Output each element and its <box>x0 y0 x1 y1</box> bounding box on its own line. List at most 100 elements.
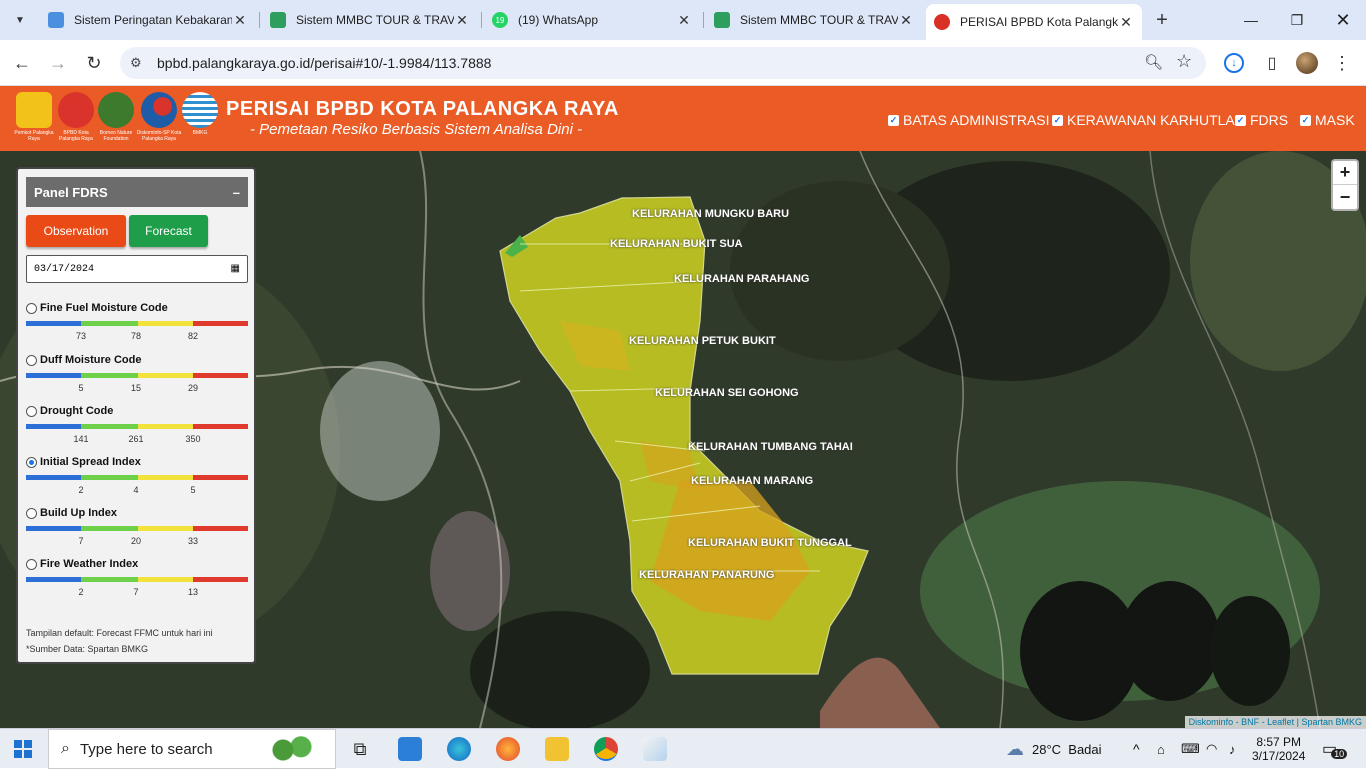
checkbox-checked-icon[interactable]: ✓ <box>888 114 899 126</box>
edge-icon[interactable] <box>447 737 471 761</box>
windows-start-icon[interactable] <box>14 740 32 758</box>
task-view-icon[interactable]: ⧉ <box>348 737 372 761</box>
index-color-scale <box>26 373 248 378</box>
close-tab-icon[interactable]: ✕ <box>1118 14 1134 31</box>
mail-icon[interactable] <box>398 737 422 761</box>
clock[interactable]: 8:57 PM 3/17/2024 <box>1252 729 1305 769</box>
url-text[interactable]: bpbd.palangkaraya.go.id/perisai#10/-1.99… <box>157 55 491 71</box>
calendar-icon[interactable]: ▦ <box>231 263 240 275</box>
index-label: Build Up Index <box>40 507 117 519</box>
back-icon[interactable]: ← <box>10 51 34 75</box>
radio-icon[interactable] <box>26 303 37 314</box>
minimize-icon[interactable]: — <box>1228 0 1274 40</box>
tab-search-dropdown-icon[interactable]: ▼ <box>8 8 32 32</box>
bookmark-star-icon[interactable]: ☆ <box>1176 51 1192 72</box>
file-explorer-icon[interactable] <box>545 737 569 761</box>
scale-tick-label: 82 <box>187 331 199 341</box>
zoom-in-button[interactable]: + <box>1333 161 1357 185</box>
paint-icon[interactable] <box>643 737 667 761</box>
zoom-out-button[interactable]: − <box>1333 185 1357 209</box>
side-panel-icon[interactable]: ▯ <box>1260 51 1284 75</box>
new-tab-icon[interactable]: + <box>1150 8 1174 32</box>
scale-segment <box>193 526 248 531</box>
index-label: Duff Moisture Code <box>40 354 142 366</box>
index-option[interactable]: Build Up Index 7 20 33 <box>26 507 248 558</box>
index-option[interactable]: Fire Weather Index 2 7 13 <box>26 558 248 609</box>
tab-perisai-active[interactable]: PERISAI BPBD Kota Palangka ✕ <box>926 4 1142 40</box>
profile-avatar[interactable] <box>1296 52 1318 74</box>
app-favicon-icon <box>714 12 730 28</box>
map-attribution[interactable]: Diskominfo - BNF - Leaflet | Spartan BMK… <box>1184 716 1366 728</box>
checkbox-checked-icon[interactable]: ✓ <box>1235 114 1246 126</box>
restore-icon[interactable]: ❐ <box>1274 0 1320 40</box>
label-panarung: KELURAHAN PANARUNG <box>639 569 775 581</box>
scale-tick-label: 350 <box>185 434 201 444</box>
scale-segment <box>26 321 81 326</box>
index-option[interactable]: Drought Code 141 261 350 <box>26 405 248 456</box>
index-option[interactable]: Initial Spread Index 2 4 5 <box>26 456 248 507</box>
app-header: Pemkot Palangka Raya BPBD Kota Palangka … <box>0 86 1366 151</box>
layer-toggle-mask[interactable]: ✓ MASK <box>1300 112 1355 128</box>
checkbox-checked-icon[interactable]: ✓ <box>1300 114 1311 126</box>
close-tab-icon[interactable]: ✕ <box>898 12 914 29</box>
download-icon[interactable]: ↓ <box>1224 53 1244 73</box>
app-favicon-icon <box>270 12 286 28</box>
tab-whatsapp[interactable]: 19 (19) WhatsApp ✕ <box>484 6 700 34</box>
scale-segment <box>193 475 248 480</box>
index-option[interactable]: Fine Fuel Moisture Code 73 78 82 <box>26 302 248 353</box>
index-color-scale <box>26 577 248 582</box>
chrome-icon[interactable] <box>594 737 618 761</box>
label-sei-gohong: KELURAHAN SEI GOHONG <box>655 387 799 399</box>
observation-button[interactable]: Observation <box>26 215 126 247</box>
layer-toggle-batas[interactable]: ✓ BATAS ADMINISTRASI <box>888 112 1050 128</box>
site-info-icon[interactable]: ⚙ <box>130 55 142 71</box>
scale-segment <box>81 577 138 582</box>
index-label: Fine Fuel Moisture Code <box>40 302 168 314</box>
logo-caption: Pemkot Palangka Raya <box>14 130 54 142</box>
input-method-icon[interactable]: ⌨ <box>1181 729 1200 769</box>
collapse-button[interactable]: – <box>233 185 240 200</box>
firefox-icon[interactable] <box>496 737 520 761</box>
close-window-icon[interactable]: ✕ <box>1320 0 1366 40</box>
radio-icon[interactable] <box>26 559 37 570</box>
index-option[interactable]: Duff Moisture Code 5 15 29 <box>26 354 248 405</box>
close-tab-icon[interactable]: ✕ <box>454 12 470 29</box>
browser-tab-strip: ▼ Sistem Peringatan Kebakaran ✕ Sistem M… <box>0 0 1366 40</box>
tab-mmbc-1[interactable]: Sistem MMBC TOUR & TRAV ✕ <box>262 6 478 34</box>
weather-widget[interactable]: ☁ 28°C Badai <box>1006 729 1102 769</box>
show-hidden-icons[interactable]: ^ <box>1133 729 1140 769</box>
zoom-control: + − <box>1331 159 1359 211</box>
meet-now-icon[interactable]: ⌂ <box>1157 729 1165 769</box>
date-input[interactable]: 03/17/2024 ▦ <box>26 255 248 283</box>
radio-icon[interactable] <box>26 406 37 417</box>
taskbar-search-box[interactable]: ⌕ Type here to search <box>48 729 336 769</box>
layer-toggle-fdrs[interactable]: ✓ FDRS <box>1235 112 1288 128</box>
forward-icon[interactable]: → <box>46 51 70 75</box>
index-color-scale <box>26 475 248 480</box>
scale-segment <box>26 577 81 582</box>
close-tab-icon[interactable]: ✕ <box>232 12 248 29</box>
close-tab-icon[interactable]: ✕ <box>676 12 692 29</box>
scale-tick-label: 29 <box>187 383 199 393</box>
wifi-icon[interactable]: ◠ <box>1206 729 1217 769</box>
zoom-icon[interactable]: 🔍︎ <box>1144 53 1163 71</box>
forecast-button[interactable]: Forecast <box>129 215 208 247</box>
checkbox-checked-icon[interactable]: ✓ <box>1052 114 1063 126</box>
menu-kebab-icon[interactable]: ⋮ <box>1330 51 1354 75</box>
volume-icon[interactable]: ♪ <box>1229 729 1236 769</box>
index-color-scale <box>26 424 248 429</box>
radio-selected-icon[interactable] <box>26 457 37 468</box>
radio-icon[interactable] <box>26 355 37 366</box>
reload-icon[interactable]: ↻ <box>82 51 106 75</box>
tab-mmbc-2[interactable]: Sistem MMBC TOUR & TRAV ✕ <box>706 6 922 34</box>
address-bar[interactable]: ⚙ bpbd.palangkaraya.go.id/perisai#10/-1.… <box>120 47 1206 79</box>
windows-taskbar: ⌕ Type here to search ⧉ ☁ 28°C Badai ^ ⌂… <box>0 728 1366 769</box>
layer-toggle-kerawanan[interactable]: ✓ KERAWANAN KARHUTLA <box>1052 112 1235 128</box>
scale-tick-label: 5 <box>78 383 84 393</box>
scale-segment <box>138 526 193 531</box>
radio-icon[interactable] <box>26 508 37 519</box>
tab-sistem-peringatan[interactable]: Sistem Peringatan Kebakaran ✕ <box>40 6 256 34</box>
fdrs-panel: Panel FDRS – Observation Forecast 03/17/… <box>16 167 256 664</box>
notification-center[interactable]: ▭ 10 <box>1322 729 1348 769</box>
scale-tick-label: 15 <box>130 383 142 393</box>
